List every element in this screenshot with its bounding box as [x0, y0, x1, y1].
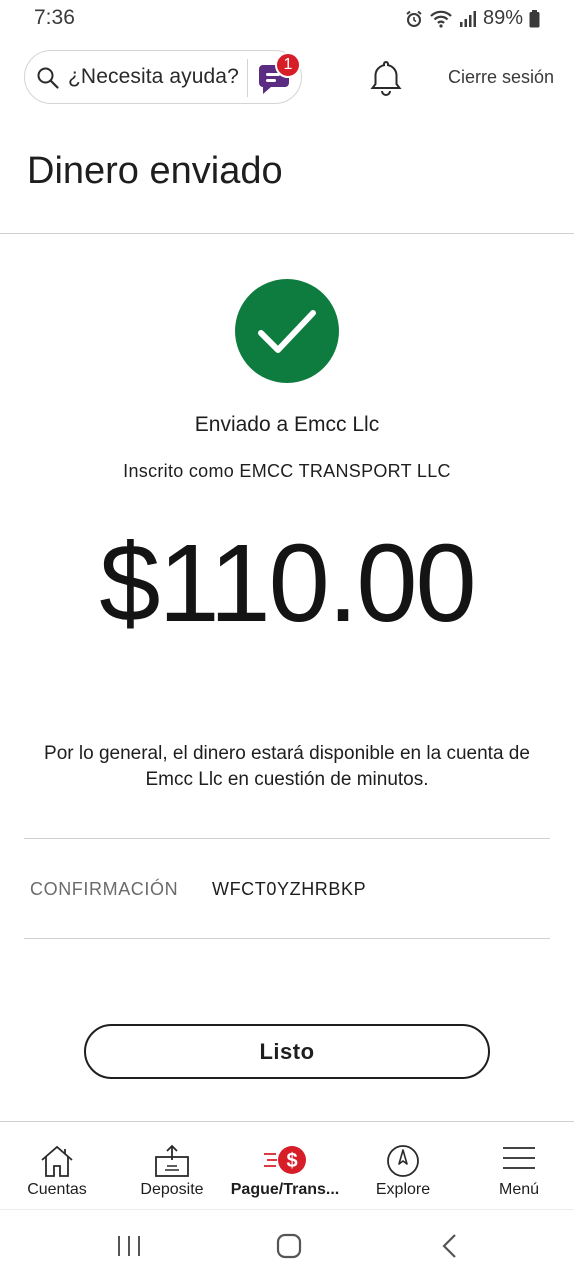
divider: [24, 938, 550, 939]
recent-apps-icon[interactable]: [116, 1234, 142, 1258]
registered-name-text: Inscrito como EMCC TRANSPORT LLC: [123, 461, 451, 481]
svg-text:$: $: [286, 1150, 297, 1172]
confirmation-label: CONFIRMACIÓN: [30, 879, 179, 899]
alarm-icon: [405, 10, 423, 28]
recipient-text: Enviado a Emcc Llc: [194, 413, 380, 436]
status-time: 7:36: [34, 6, 75, 29]
system-nav-bar: [0, 1209, 574, 1280]
status-bar: 7:36 89%: [0, 0, 574, 40]
status-icons: 89%: [405, 7, 540, 30]
signal-icon: [459, 10, 477, 28]
availability-note: Por lo general, el dinero estará disponi…: [44, 743, 530, 790]
title-divider: [0, 233, 574, 234]
logout-link[interactable]: Cierre sesión: [448, 67, 554, 88]
tab-accounts[interactable]: Cuentas: [0, 1122, 114, 1210]
confirmation-number: WFCT0YZHRBKP: [212, 879, 367, 899]
pill-divider: [247, 59, 248, 97]
tab-label: Menú: [498, 1181, 540, 1198]
success-check-icon: [235, 279, 339, 383]
back-nav-icon[interactable]: [440, 1233, 460, 1259]
tab-label: Pague/Trans...: [230, 1181, 340, 1198]
tab-pay-transfer[interactable]: $ Pague/Trans...: [228, 1122, 342, 1210]
help-search-placeholder: ¿Necesita ayuda?: [68, 65, 239, 88]
help-search-pill[interactable]: ¿Necesita ayuda? 1: [24, 50, 302, 104]
tab-label: Explore: [375, 1181, 431, 1198]
notifications-bell-icon[interactable]: [369, 58, 403, 101]
bottom-tab-bar: Cuentas Deposite $ Pague/Trans... Explor…: [0, 1121, 574, 1209]
tab-deposit[interactable]: Deposite: [115, 1122, 229, 1210]
tab-explore[interactable]: Explore: [346, 1122, 460, 1210]
tab-label: Cuentas: [27, 1181, 87, 1198]
sent-amount: $110.00: [99, 522, 476, 645]
home-nav-icon[interactable]: [276, 1233, 302, 1259]
chat-notification-badge: 1: [275, 52, 301, 78]
battery-percent: 89%: [482, 7, 523, 29]
page-title: Dinero enviado: [27, 150, 283, 192]
wifi-icon: [429, 10, 453, 28]
search-icon: [36, 66, 60, 95]
tab-label: Deposite: [140, 1181, 204, 1198]
battery-icon: [529, 9, 540, 28]
divider: [24, 838, 550, 839]
done-button[interactable]: Listo: [84, 1024, 490, 1079]
tab-menu[interactable]: Menú: [462, 1122, 574, 1210]
